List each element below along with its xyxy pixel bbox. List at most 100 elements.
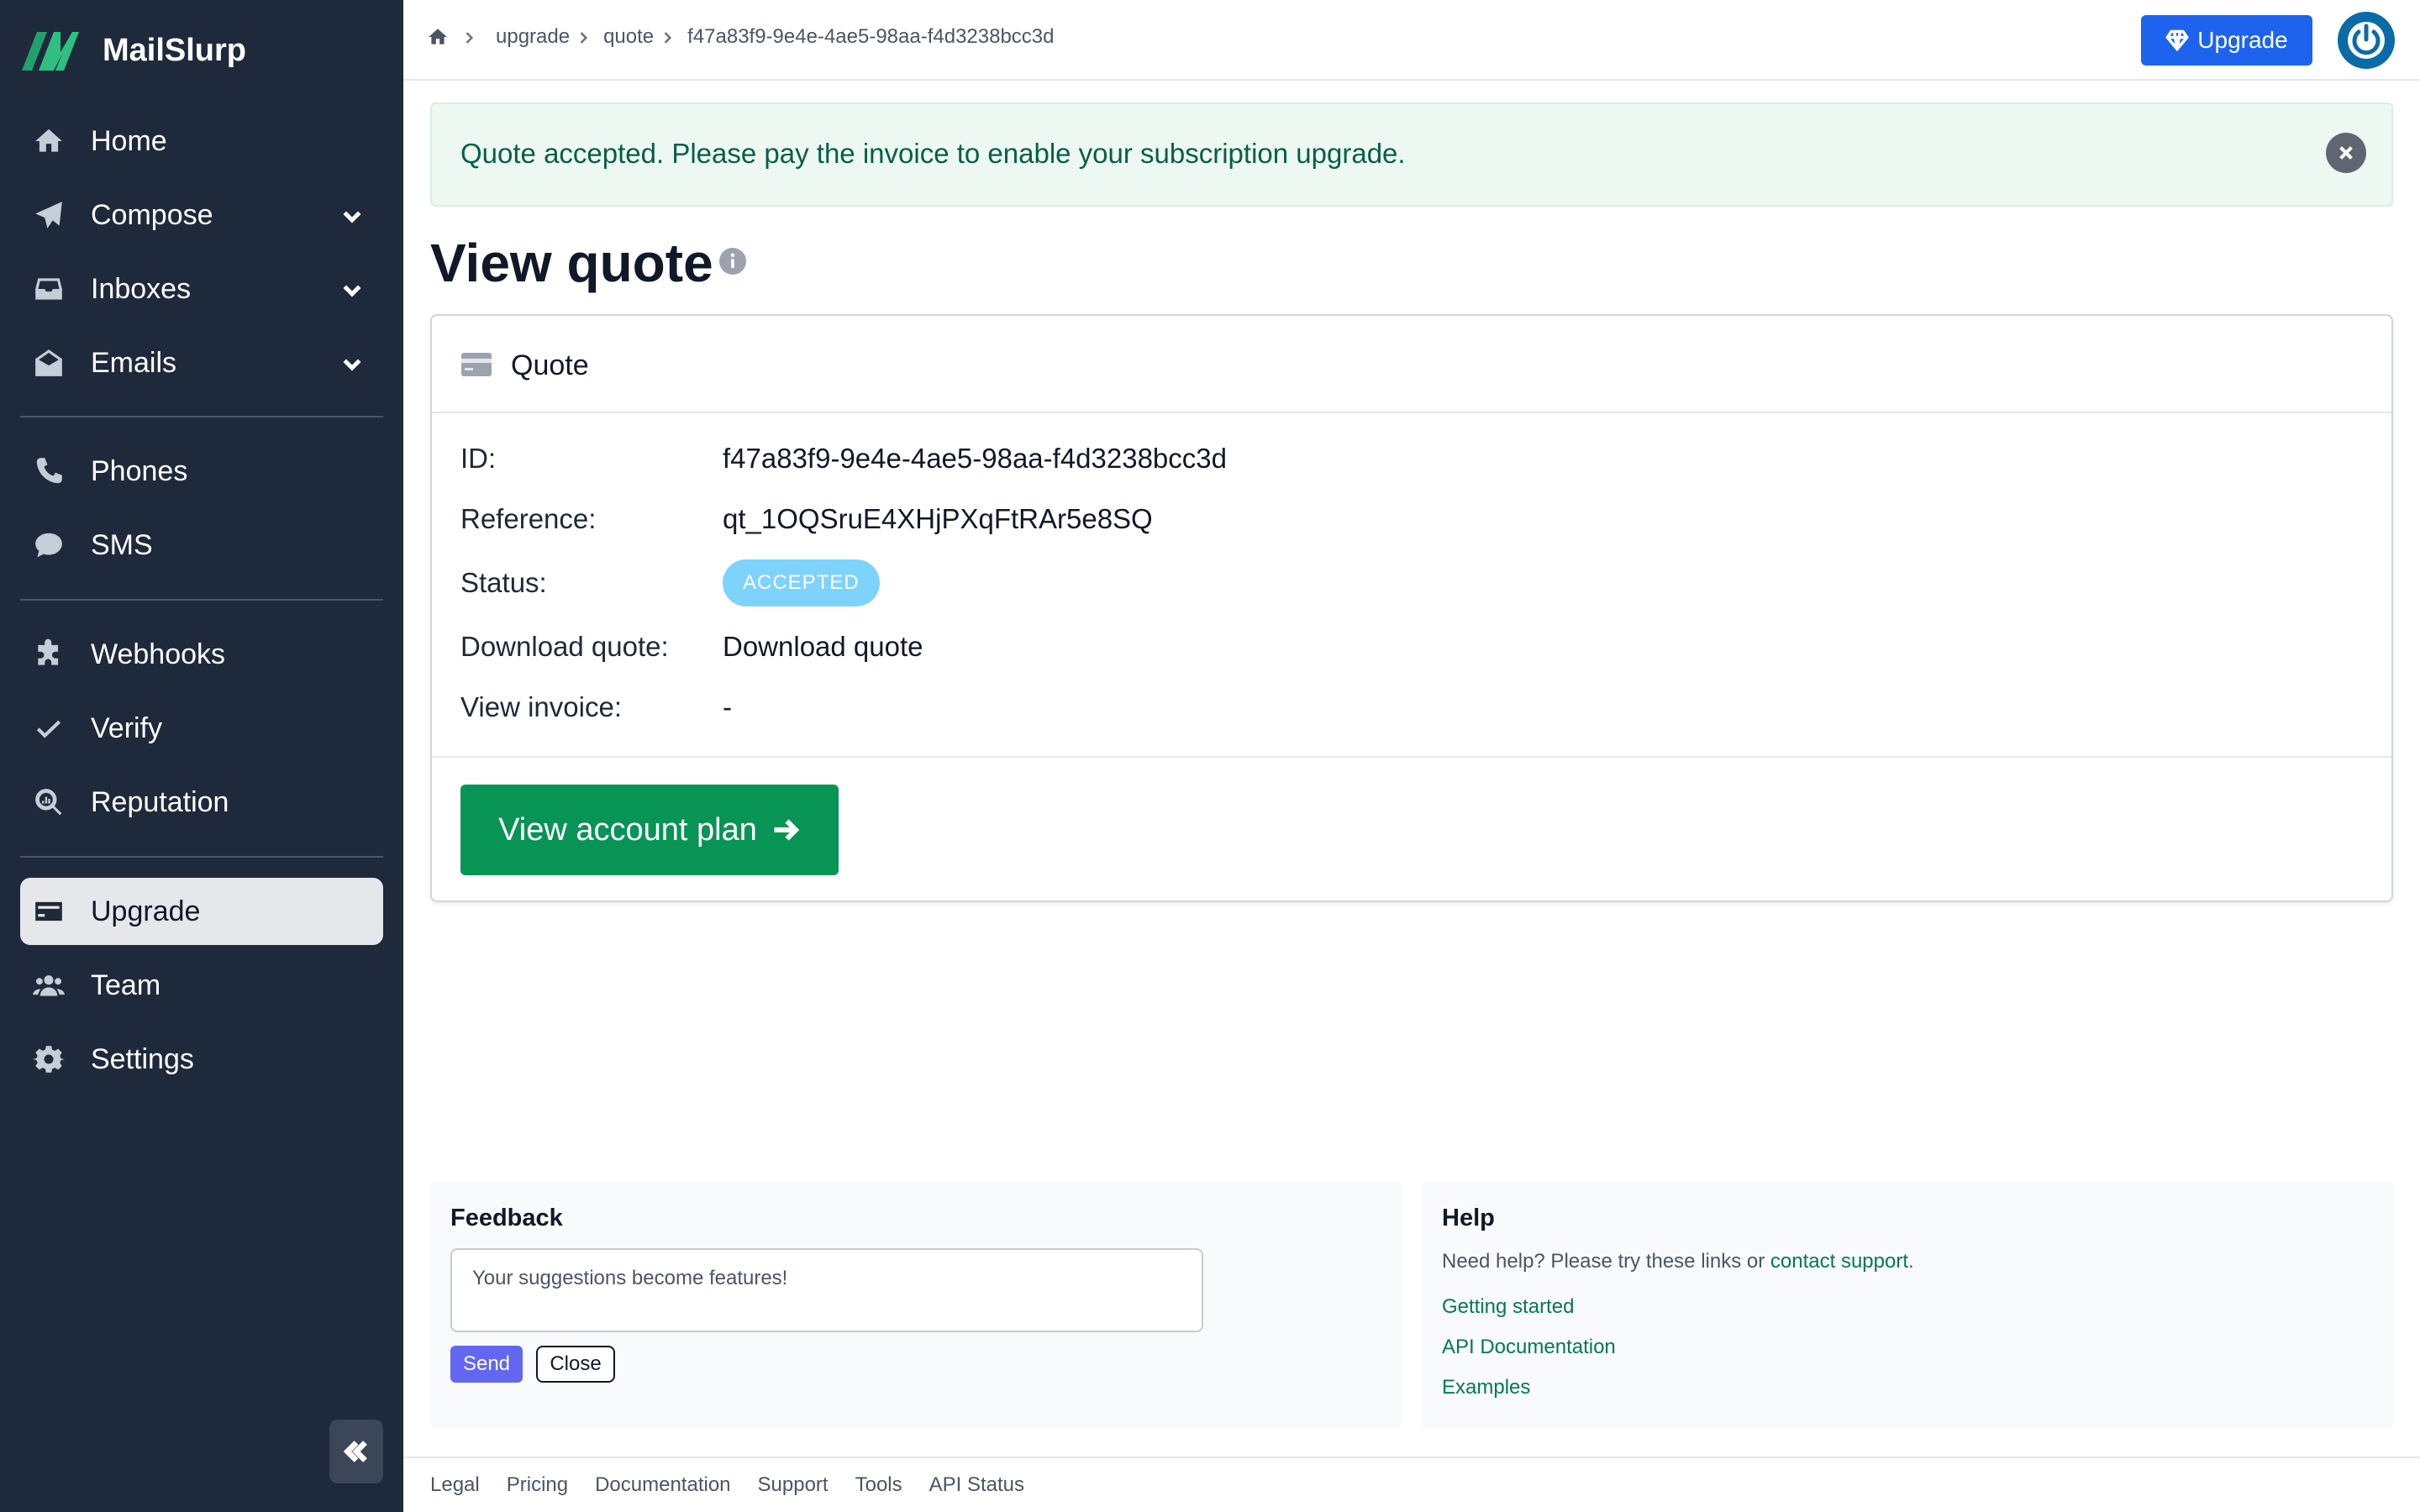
sidebar-item-compose[interactable]: Compose [20,181,383,249]
contact-support-link[interactable]: contact support [1770,1250,1908,1273]
sidebar-item-label: Webhooks [91,638,226,670]
breadcrumb-current: f47a83f9-9e4e-4ae5-98aa-f4d3238bcc3d [687,25,1055,48]
info-icon[interactable] [719,248,746,275]
sidebar-item-label: Phones [91,454,188,487]
sidebar-item-home[interactable]: Home [20,108,383,175]
gear-icon [32,1042,66,1076]
card-footer-divider [432,756,2391,758]
sidebar-divider [20,856,383,858]
chevron-down-icon[interactable] [339,277,365,302]
chevron-right-icon [460,29,477,45]
send-button[interactable]: Send [450,1346,523,1383]
phone-icon [32,454,66,488]
download-quote-link[interactable]: Download quote [723,631,923,663]
quote-id-value: f47a83f9-9e4e-4ae5-98aa-f4d3238bcc3d [723,443,1227,474]
chevron-down-icon[interactable] [339,351,365,376]
quote-card: Quote ID: f47a83f9-9e4e-4ae5-98aa-f4d323… [430,314,2393,902]
chevron-right-icon [659,29,676,45]
quote-status-row: Status: ACCEPTED [460,559,880,606]
sidebar-item-label: Home [91,124,167,157]
sidebar-item-inboxes[interactable]: Inboxes [20,255,383,323]
home-icon [32,124,66,158]
breadcrumb-quote[interactable]: quote [603,25,654,49]
quote-reference-row: Reference: qt_1OQSruE4XHjPXqFtRAr5e8SQ [460,501,1153,538]
sidebar-item-emails[interactable]: Emails [20,329,383,396]
sidebar-item-upgrade[interactable]: Upgrade [20,878,383,945]
quote-invoice-value: - [723,691,732,722]
success-alert: Quote accepted. Please pay the invoice t… [430,102,2393,207]
footer-link-legal[interactable]: Legal [430,1473,480,1497]
power-icon [2343,17,2390,64]
footer-link-tools[interactable]: Tools [855,1473,902,1497]
magnifier-chart-icon [32,785,66,819]
help-text: Need help? Please try these links or con… [1442,1250,1914,1273]
paper-plane-icon [32,198,66,232]
check-icon [32,711,66,745]
feedback-title: Feedback [450,1205,563,1231]
quote-download-row: Download quote: Download quote [460,628,923,665]
help-title: Help [1442,1205,1495,1231]
sidebar-item-phones[interactable]: Phones [20,438,383,505]
brand[interactable]: MailSlurp [20,25,246,76]
sidebar-item-label: Team [91,969,161,1001]
quote-invoice-row: View invoice: - [460,689,732,726]
sidebar-item-label: Emails [91,346,177,379]
chevron-down-icon[interactable] [339,203,365,228]
sidebar-item-settings[interactable]: Settings [20,1026,383,1093]
quote-status-label: Status: [460,567,547,598]
sms-icon [32,528,66,562]
brand-name: MailSlurp [103,32,247,68]
sidebar-divider [20,599,383,601]
top-bar: upgrade quote f47a83f9-9e4e-4ae5-98aa-f4… [403,0,2420,81]
users-icon [32,969,66,1002]
feedback-textarea[interactable] [450,1248,1203,1332]
quote-card-title: Quote [511,349,589,381]
sidebar-item-label: Settings [91,1042,194,1075]
footer-divider [403,1457,2420,1458]
credit-card-icon [32,895,66,928]
view-account-plan-button[interactable]: View account plan [460,785,839,875]
quote-id-label: ID: [460,443,497,474]
quote-download-label: Download quote: [460,631,669,662]
envelope-open-icon [32,346,66,380]
upgrade-button-label: Upgrade [2197,27,2288,53]
inbox-icon [32,272,66,306]
sidebar-item-sms[interactable]: SMS [20,512,383,579]
close-button[interactable]: Close [536,1346,615,1383]
credit-card-icon [461,353,492,376]
help-link-examples[interactable]: Examples [1442,1376,1530,1399]
help-link-api-documentation[interactable]: API Documentation [1442,1336,1616,1359]
sidebar-item-reputation[interactable]: Reputation [20,769,383,836]
help-link-getting-started[interactable]: Getting started [1442,1295,1574,1319]
footer-link-pricing[interactable]: Pricing [507,1473,568,1497]
close-icon [2339,146,2353,160]
sidebar-item-team[interactable]: Team [20,952,383,1019]
collapse-sidebar-button[interactable] [329,1420,383,1483]
breadcrumb: upgrade quote f47a83f9-9e4e-4ae5-98aa-f4… [427,25,1055,49]
quote-reference-label: Reference: [460,503,597,534]
quote-card-header: Quote [432,316,2391,413]
diamond-icon [2165,29,2190,52]
help-text-suffix: . [1908,1250,1914,1273]
footer-nav: Legal Pricing Documentation Support Tool… [430,1473,1051,1497]
alert-close-button[interactable] [2326,133,2366,173]
view-account-plan-label: View account plan [498,811,757,848]
footer-link-support[interactable]: Support [758,1473,829,1497]
sidebar-item-verify[interactable]: Verify [20,695,383,762]
mailslurp-logo-icon [22,32,79,71]
sidebar-item-label: Reputation [91,785,229,818]
sidebar-item-label: Inboxes [91,272,192,305]
sidebar-item-label: Verify [91,711,163,744]
quote-reference-value: qt_1OQSruE4XHjPXqFtRAr5e8SQ [723,503,1153,534]
app-root: MailSlurp Home Compose Inboxes Emails Ph… [0,0,2420,1512]
footer-link-api-status[interactable]: API Status [929,1473,1024,1497]
upgrade-button[interactable]: Upgrade [2141,15,2312,66]
home-icon[interactable] [427,26,449,48]
account-power-button[interactable] [2338,12,2395,69]
sidebar-item-webhooks[interactable]: Webhooks [20,621,383,688]
quote-invoice-label: View invoice: [460,691,622,722]
breadcrumb-upgrade[interactable]: upgrade [496,25,570,49]
footer-link-documentation[interactable]: Documentation [595,1473,730,1497]
puzzle-icon [32,638,66,671]
help-text-prefix: Need help? Please try these links or [1442,1250,1770,1273]
